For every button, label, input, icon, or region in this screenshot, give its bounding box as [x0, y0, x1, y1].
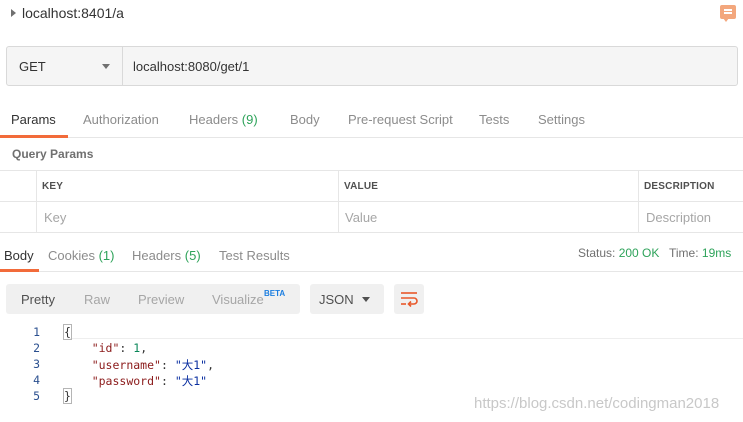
- visualize-button[interactable]: Visualize BETA: [212, 289, 285, 307]
- preview-button[interactable]: Preview: [138, 292, 184, 307]
- format-select[interactable]: JSON: [310, 284, 384, 314]
- code-line: 4 "password": "大1": [0, 373, 743, 389]
- url-input[interactable]: localhost:8080/get/1: [133, 59, 249, 74]
- tab-pre-request-script[interactable]: Pre-request Script: [348, 112, 453, 127]
- key-column-header: KEY: [36, 171, 338, 202]
- pretty-button[interactable]: Pretty: [21, 292, 55, 307]
- method-select[interactable]: GET: [7, 47, 123, 85]
- description-column-header: DESCRIPTION: [638, 171, 743, 202]
- line-number: 1: [33, 325, 40, 339]
- query-params-table: KEY VALUE DESCRIPTION Key Value Descript…: [0, 170, 743, 233]
- tab-params[interactable]: Params: [11, 112, 56, 127]
- table-row: Key Value Description: [0, 202, 743, 233]
- tab-settings[interactable]: Settings: [538, 112, 585, 127]
- active-tab-indicator: [0, 135, 68, 138]
- tab-tests[interactable]: Tests: [479, 112, 509, 127]
- url-bar: GET localhost:8080/get/1: [6, 46, 738, 86]
- open-brace: {: [63, 324, 72, 340]
- value-column-header: VALUE: [338, 171, 638, 202]
- cookies-count: (1): [98, 248, 115, 263]
- format-label: JSON: [319, 292, 354, 307]
- tab-cookies[interactable]: Cookies (1): [48, 248, 114, 263]
- method-label: GET: [19, 59, 46, 74]
- wrap-lines-button[interactable]: [394, 284, 424, 314]
- json-key-password: "password": [91, 374, 161, 388]
- close-brace: }: [63, 388, 72, 404]
- tab-body[interactable]: Body: [290, 112, 320, 127]
- value-input[interactable]: Value: [338, 202, 638, 233]
- watermark: https://blog.csdn.net/codingman2018: [474, 395, 720, 412]
- response-tabs: Body Cookies (1) Headers (5) Test Result…: [0, 240, 743, 272]
- raw-button[interactable]: Raw: [84, 292, 110, 307]
- line-number: 4: [33, 373, 40, 387]
- request-tabs: Params Authorization Headers (9) Body Pr…: [0, 104, 743, 138]
- tab-headers[interactable]: Headers (9): [189, 112, 258, 127]
- status-readout: Status: 200 OK: [578, 246, 660, 260]
- json-value-username: "大1": [174, 358, 208, 372]
- line-number: 5: [33, 389, 40, 403]
- json-value-password: "大1": [174, 374, 208, 388]
- line-number: 2: [33, 341, 40, 355]
- tab-authorization[interactable]: Authorization: [83, 112, 159, 127]
- active-tab-indicator: [0, 269, 39, 272]
- time-readout: Time: 19ms: [669, 246, 732, 260]
- description-input[interactable]: Description: [638, 202, 743, 233]
- chevron-down-icon: [102, 64, 110, 69]
- code-line: 3 "username": "大1",: [0, 357, 743, 373]
- request-header: localhost:8401/a: [0, 0, 743, 30]
- status-value: 200 OK: [618, 246, 660, 260]
- time-value: 19ms: [701, 246, 732, 260]
- caret-right-icon[interactable]: [11, 9, 16, 17]
- query-params-title: Query Params: [12, 147, 94, 161]
- json-value-id: 1: [133, 341, 141, 355]
- beta-badge: BETA: [264, 289, 286, 298]
- table-header-row: KEY VALUE DESCRIPTION: [0, 171, 743, 202]
- code-line: 1 {: [0, 324, 743, 341]
- wrap-lines-icon: [401, 292, 418, 307]
- tab-response-body[interactable]: Body: [4, 248, 34, 263]
- tab-response-headers[interactable]: Headers (5): [132, 248, 201, 263]
- chevron-down-icon: [362, 297, 370, 302]
- comment-icon[interactable]: [720, 5, 736, 22]
- request-name[interactable]: localhost:8401/a: [22, 5, 124, 21]
- headers-count: (9): [241, 112, 258, 127]
- response-headers-count: (5): [184, 248, 201, 263]
- json-key-username: "username": [91, 358, 161, 372]
- key-input[interactable]: Key: [36, 202, 338, 233]
- tab-test-results[interactable]: Test Results: [219, 248, 290, 263]
- code-line: 2 "id": 1,: [0, 341, 743, 357]
- line-number: 3: [33, 357, 40, 371]
- json-key-id: "id": [91, 341, 120, 355]
- view-mode-group: Pretty Raw Preview Visualize BETA: [6, 284, 300, 314]
